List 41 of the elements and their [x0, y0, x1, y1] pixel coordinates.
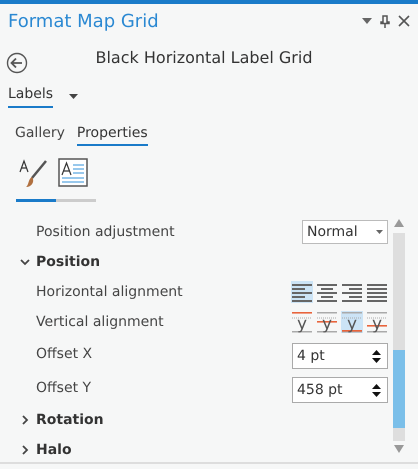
icon-tab[interactable]: [56, 158, 96, 202]
element-title: Black Horizontal Label Grid: [94, 48, 314, 66]
collapse-chevron-icon[interactable]: [20, 257, 30, 267]
property-label: Offset X: [36, 346, 94, 362]
vertical-align-button[interactable]: y: [341, 311, 363, 333]
options-caret-icon[interactable]: [362, 18, 372, 24]
dropdown-caret-icon: [376, 230, 383, 234]
property-label: Position adjustment: [36, 224, 176, 240]
window-title: Format Map Grid: [8, 10, 160, 32]
position-adjustment-dropdown[interactable]: Normal: [302, 220, 388, 244]
close-icon[interactable]: [398, 15, 410, 27]
dropdown-caret-icon[interactable]: [69, 94, 78, 99]
section-header[interactable]: Halo: [36, 442, 72, 458]
property-label: Offset Y: [36, 380, 92, 396]
section-header[interactable]: Position: [36, 254, 100, 270]
increment-arrow-icon[interactable]: [372, 384, 381, 389]
decrement-arrow-icon[interactable]: [372, 358, 381, 363]
tab[interactable]: Gallery: [15, 125, 65, 146]
back-icon[interactable]: [6, 52, 28, 74]
horizontal-align-button[interactable]: [291, 281, 313, 303]
pin-icon[interactable]: [380, 14, 390, 28]
icon-tab[interactable]: [16, 158, 56, 202]
section-header[interactable]: Rotation: [36, 412, 104, 428]
vertical-align-button[interactable]: y: [291, 311, 313, 333]
scroll-down-arrow-icon[interactable]: [394, 445, 404, 453]
expand-chevron-icon[interactable]: [20, 415, 30, 425]
element-dropdown[interactable]: Labels: [8, 85, 54, 108]
horizontal-align-button[interactable]: [316, 281, 338, 303]
text-layout-icon: [58, 158, 88, 188]
property-label: Horizontal alignment: [36, 284, 184, 300]
increment-arrow-icon[interactable]: [372, 350, 381, 355]
scroll-up-arrow-icon[interactable]: [394, 219, 404, 227]
text-brush-icon: [18, 158, 48, 188]
tab[interactable]: Properties: [76, 125, 148, 146]
decrement-arrow-icon[interactable]: [372, 392, 381, 397]
horizontal-align-button[interactable]: [366, 281, 388, 303]
offset-input-field[interactable]: 458 pt: [292, 377, 388, 403]
offset-input-field[interactable]: 4 pt: [292, 343, 388, 369]
horizontal-align-button[interactable]: [341, 281, 363, 303]
expand-chevron-icon[interactable]: [20, 445, 30, 455]
property-label: Vertical alignment: [36, 314, 165, 330]
